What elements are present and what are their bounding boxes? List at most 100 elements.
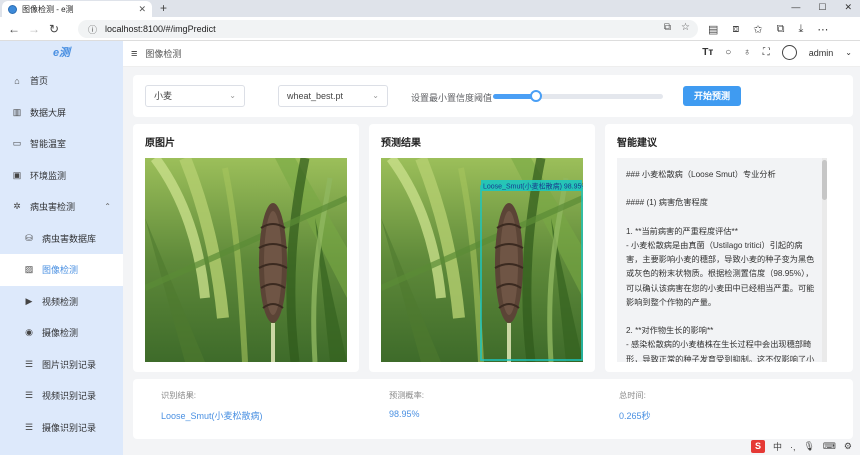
image-icon: ▨ bbox=[24, 264, 34, 275]
ime-settings-icon[interactable]: ⚙ bbox=[844, 441, 852, 452]
camera-icon: ◉ bbox=[25, 327, 33, 338]
tab-close-icon[interactable]: ✕ bbox=[138, 4, 146, 15]
start-predict-button[interactable]: 开始预测 bbox=[683, 86, 741, 106]
crop-select[interactable]: 小麦 ⌄ bbox=[145, 85, 245, 107]
window-close-icon[interactable]: ✕ bbox=[844, 2, 852, 13]
advice-line: - 感染松散病的小麦植株在生长过程中会出现穗部畸 bbox=[626, 340, 812, 350]
tab-favicon-icon bbox=[8, 4, 17, 14]
home-icon: ⌂ bbox=[14, 75, 20, 86]
app-sidebar: e测 ⌂ 首页 ▥ 数据大屏 ▭ 智能温室 ▣ 环境监测 ✲ 病虫害检测 ⌃ ⛁ 病虫害数据库 ▨ 图像检测… bbox=[0, 41, 123, 455]
advice-scrollbar[interactable] bbox=[822, 158, 827, 362]
crop-select-value: 小麦 bbox=[154, 91, 173, 101]
new-tab-button[interactable]: + bbox=[160, 1, 167, 15]
sidebar-item-label: 图像检测 bbox=[42, 265, 79, 276]
sidebar-item-label: 视频检测 bbox=[42, 296, 79, 307]
chevron-up-icon[interactable]: ⌃ bbox=[104, 202, 111, 211]
search-icon[interactable]: ○ bbox=[725, 47, 731, 58]
menu-toggle-icon[interactable]: ≡ bbox=[131, 48, 137, 60]
ime-logo-icon[interactable]: S bbox=[750, 440, 765, 453]
sidebar-toggle-icon[interactable]: ▤ bbox=[708, 23, 718, 36]
main-content: 小麦 ⌄ wheat_best.pt ⌄ 设置最小置信度阈值 开始预测 原图片 bbox=[123, 67, 860, 455]
more-icon[interactable]: ⋯ bbox=[817, 23, 828, 36]
ime-punct-icon[interactable]: ·, bbox=[790, 442, 796, 452]
brand-logo: e测 bbox=[52, 47, 71, 59]
user-name[interactable]: admin bbox=[809, 48, 834, 58]
prediction-image: Loose_Smut(小麦松散病) 98.95% bbox=[381, 158, 583, 362]
detection-label: Loose_Smut(小麦松散病) 98.95% bbox=[483, 182, 583, 191]
result-block: 识别结果: Loose_Smut(小麦松散病) bbox=[161, 389, 263, 422]
sidebar-item[interactable]: ✲ 病虫害检测 ⌃ bbox=[0, 191, 123, 223]
database-icon: ⛁ bbox=[25, 232, 33, 243]
favorites-icon[interactable]: ✩ bbox=[753, 23, 762, 36]
threshold-label: 设置最小置信度阈值 bbox=[411, 93, 493, 103]
microphone-icon[interactable]: 🎙 bbox=[803, 441, 814, 452]
chart-icon: ▥ bbox=[12, 106, 22, 117]
advice-text-area[interactable]: ### 小麦松散病（Loose Smut）专业分析 #### (1) 病害危害程度… bbox=[617, 158, 827, 362]
advice-title: 智能建议 bbox=[617, 138, 657, 149]
app-header: ≡ 图像检测 Tт ○ ♁ ⛶ admin ⌄ bbox=[123, 41, 860, 67]
tab-title: 图像检测 - e测 bbox=[22, 4, 74, 14]
cast-icon[interactable]: ⧉ bbox=[664, 22, 671, 33]
keyboard-icon[interactable]: ⌨ bbox=[823, 441, 836, 452]
collections-icon[interactable]: ⧉ bbox=[777, 23, 785, 36]
split-screen-icon[interactable]: ⧈ bbox=[732, 23, 739, 36]
model-select[interactable]: wheat_best.pt ⌄ bbox=[278, 85, 388, 107]
sidebar-item-label: 首页 bbox=[30, 76, 49, 87]
info-icon[interactable]: ⓘ bbox=[88, 23, 97, 36]
advice-scroll-thumb[interactable] bbox=[822, 160, 827, 200]
sidebar-item-label: 智能温室 bbox=[30, 139, 67, 150]
sidebar-item[interactable]: ☰ 图片识别记录 bbox=[0, 349, 123, 381]
ime-mode-icon[interactable]: 中 bbox=[773, 440, 782, 453]
sidebar-item-label: 图片识别记录 bbox=[42, 359, 97, 370]
sidebar-item[interactable]: ⛁ 病虫害数据库 bbox=[0, 223, 123, 255]
prediction-title: 预测结果 bbox=[381, 138, 421, 149]
advice-line: #### (1) 病害危害程度 bbox=[626, 198, 708, 208]
sidebar-item[interactable]: ☰ 摄像识别记录 bbox=[0, 412, 123, 444]
bookmark-star-icon[interactable]: ☆ bbox=[681, 22, 690, 33]
probability-value: 98.95% bbox=[389, 409, 420, 419]
window-controls: — ☐ ✕ bbox=[791, 2, 852, 13]
chevron-down-icon[interactable]: ⌄ bbox=[845, 48, 852, 57]
sidebar-item-label: 视频识别记录 bbox=[42, 391, 97, 402]
sidebar-item[interactable]: ▨ 图像检测 bbox=[0, 254, 123, 286]
threshold-slider[interactable] bbox=[493, 90, 663, 102]
threshold-slider-thumb[interactable] bbox=[529, 90, 542, 102]
theme-icon[interactable]: ♁ bbox=[743, 47, 751, 58]
sidebar-item[interactable]: ☰ 视频识别记录 bbox=[0, 380, 123, 412]
advice-line: 1. **当前病害的严重程度评估** bbox=[626, 226, 738, 236]
record-icon: ☰ bbox=[24, 358, 34, 369]
monitor-icon: ▣ bbox=[12, 169, 22, 180]
advice-line: 形，导致正常的种子发育受到抑制。这不仅影响了小 bbox=[626, 354, 815, 362]
sidebar-item[interactable]: ▣ 环境监测 bbox=[0, 160, 123, 192]
avatar[interactable] bbox=[781, 45, 797, 60]
sidebar-item[interactable]: ▶ 视频检测 bbox=[0, 286, 123, 318]
sidebar-item[interactable]: ▥ 数据大屏 bbox=[0, 97, 123, 129]
original-image-panel: 原图片 bbox=[133, 124, 359, 372]
back-icon[interactable]: ← bbox=[4, 22, 24, 36]
bug-icon: ✲ bbox=[13, 201, 21, 212]
sidebar-item-label: 环境监测 bbox=[30, 170, 67, 181]
download-icon[interactable]: ⤓ bbox=[798, 23, 803, 36]
url-text[interactable]: localhost:8100/#/imgPredict bbox=[105, 24, 216, 34]
result-label: 识别结果: bbox=[161, 391, 197, 400]
forward-icon[interactable]: → bbox=[24, 22, 44, 36]
sidebar-item-label: 摄像检测 bbox=[42, 328, 79, 339]
reload-icon[interactable]: ↻ bbox=[44, 22, 64, 36]
time-label: 总时间: bbox=[619, 391, 646, 400]
address-bar[interactable]: ⓘ localhost:8100/#/imgPredict ⧉ ☆ bbox=[78, 20, 698, 38]
sidebar-item[interactable]: ◉ 摄像检测 bbox=[0, 317, 123, 349]
sidebar-item[interactable]: ▭ 智能温室 bbox=[0, 128, 123, 160]
video-icon: ▶ bbox=[25, 295, 33, 306]
advice-line: 2. **对作物生长的影响** bbox=[626, 326, 714, 336]
sidebar-item[interactable]: ⌂ 首页 bbox=[0, 65, 123, 97]
advice-line: 害，主要影响小麦的穗部，导致小麦的种子变为黑色 bbox=[626, 255, 815, 265]
maximize-icon[interactable]: ☐ bbox=[818, 2, 826, 13]
fullscreen-icon[interactable]: ⛶ bbox=[763, 47, 770, 58]
time-value: 0.265秒 bbox=[619, 411, 651, 421]
original-image-title: 原图片 bbox=[145, 138, 175, 149]
browser-tab[interactable]: 图像检测 - e测 ✕ bbox=[2, 1, 152, 17]
font-size-icon[interactable]: Tт bbox=[702, 47, 713, 58]
minimize-icon[interactable]: — bbox=[791, 2, 800, 13]
advice-line: 或灰色的粉末状物质。根据检测置信度（98.95%）， bbox=[626, 269, 814, 279]
chat-icon: ▭ bbox=[12, 138, 22, 149]
